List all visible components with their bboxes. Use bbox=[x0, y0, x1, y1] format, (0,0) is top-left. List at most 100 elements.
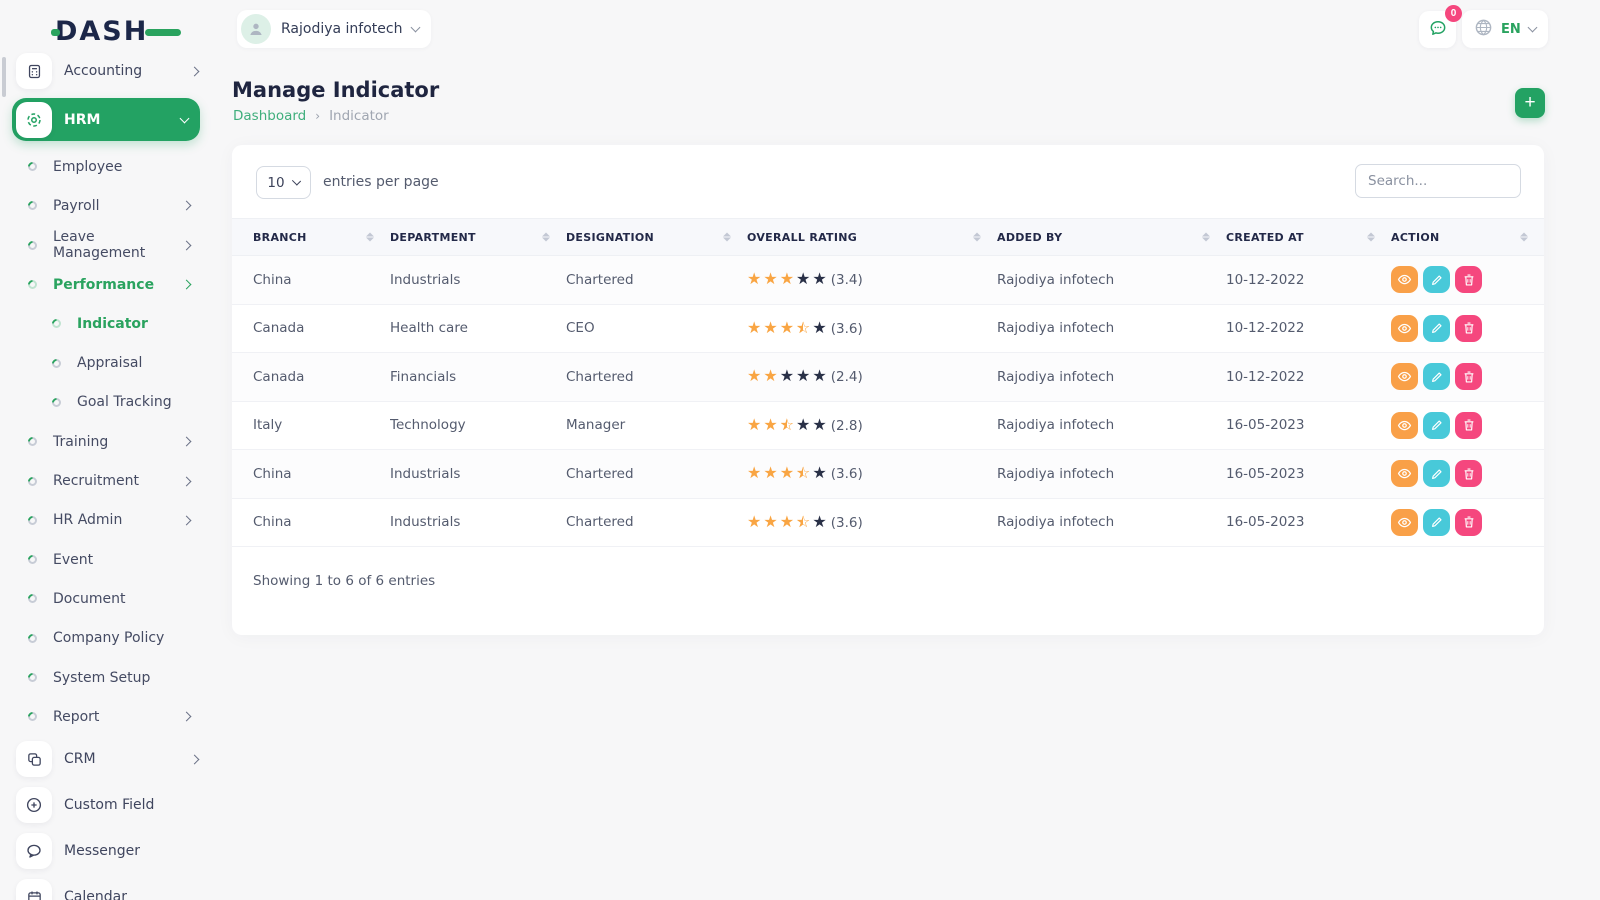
cell-added-by: Rajodiya infotech bbox=[997, 369, 1226, 385]
view-button[interactable] bbox=[1391, 509, 1418, 536]
star-rating: ★★★★★ bbox=[747, 271, 827, 287]
star-full-icon: ★ bbox=[763, 465, 777, 481]
plus-circle-icon bbox=[16, 787, 52, 823]
sidebar-item-goal-tracking[interactable]: Goal Tracking bbox=[0, 383, 212, 422]
chevron-down-icon bbox=[180, 113, 190, 123]
sort-icon[interactable] bbox=[723, 233, 731, 242]
sidebar-module-accounting[interactable]: Accounting bbox=[0, 48, 212, 94]
app-logo[interactable]: DASH bbox=[55, 16, 165, 48]
add-indicator-button[interactable]: + bbox=[1515, 88, 1545, 118]
sort-icon[interactable] bbox=[1202, 233, 1210, 242]
sidebar: DASH Accounting HRM EmployeePayroll Leave M… bbox=[0, 0, 212, 900]
star-empty-icon: ★ bbox=[796, 368, 810, 384]
view-button[interactable] bbox=[1391, 266, 1418, 293]
cell-action bbox=[1391, 266, 1544, 293]
pencil-icon bbox=[1430, 273, 1444, 287]
edit-button[interactable] bbox=[1423, 460, 1450, 487]
trash-icon bbox=[1462, 515, 1476, 529]
view-button[interactable] bbox=[1391, 315, 1418, 342]
breadcrumb-dashboard-link[interactable]: Dashboard bbox=[233, 108, 306, 124]
view-button[interactable] bbox=[1391, 460, 1418, 487]
trash-icon bbox=[1462, 467, 1476, 481]
cell-overall-rating: ★★★★☆★(3.6) bbox=[747, 320, 997, 337]
column-header-overall-rating[interactable]: OVERALL RATING bbox=[747, 231, 997, 244]
delete-button[interactable] bbox=[1455, 266, 1482, 293]
delete-button[interactable] bbox=[1455, 509, 1482, 536]
entries-per-page-select[interactable]: 10 bbox=[256, 166, 311, 199]
star-full-icon: ★ bbox=[763, 417, 777, 433]
column-header-action[interactable]: ACTION bbox=[1391, 231, 1544, 244]
sidebar-item-company-policy[interactable]: Company Policy bbox=[0, 619, 212, 658]
cell-overall-rating: ★★★★★(3.4) bbox=[747, 271, 997, 288]
edit-button[interactable] bbox=[1423, 266, 1450, 293]
sidebar-item-label: Leave Management bbox=[53, 229, 183, 261]
cell-designation: Chartered bbox=[566, 466, 747, 482]
sort-icon[interactable] bbox=[1520, 233, 1528, 242]
search-input[interactable] bbox=[1355, 164, 1521, 198]
column-header-created-at[interactable]: CREATED AT bbox=[1226, 231, 1391, 244]
sort-icon[interactable] bbox=[542, 233, 550, 242]
column-header-branch[interactable]: BRANCH bbox=[253, 231, 390, 244]
cell-department: Industrials bbox=[390, 272, 566, 288]
edit-button[interactable] bbox=[1423, 315, 1450, 342]
sidebar-item-appraisal[interactable]: Appraisal bbox=[0, 343, 212, 382]
chevron-down-icon bbox=[411, 23, 421, 33]
rating-value: (3.6) bbox=[831, 466, 863, 482]
sidebar-item-system-setup[interactable]: System Setup bbox=[0, 658, 212, 697]
sort-icon[interactable] bbox=[1367, 233, 1375, 242]
table-body: ChinaIndustrialsChartered★★★★★(3.4)Rajod… bbox=[232, 256, 1544, 547]
sidebar-item-indicator[interactable]: Indicator bbox=[0, 304, 212, 343]
star-rating: ★★★★☆★ bbox=[747, 514, 827, 530]
sidebar-module-label: HRM bbox=[64, 112, 181, 128]
view-button[interactable] bbox=[1391, 363, 1418, 390]
edit-button[interactable] bbox=[1423, 363, 1450, 390]
star-empty-icon: ★ bbox=[812, 320, 826, 336]
delete-button[interactable] bbox=[1455, 412, 1482, 439]
sidebar-module-messenger[interactable]: Messenger bbox=[0, 828, 212, 874]
sidebar-item-hr-admin[interactable]: HR Admin bbox=[0, 501, 212, 540]
sidebar-item-event[interactable]: Event bbox=[0, 540, 212, 579]
sidebar-item-label: Company Policy bbox=[53, 630, 190, 646]
language-selector[interactable]: EN bbox=[1462, 10, 1548, 48]
delete-button[interactable] bbox=[1455, 460, 1482, 487]
row-actions bbox=[1391, 266, 1534, 293]
entries-per-page-label: entries per page bbox=[323, 174, 439, 190]
column-header-added-by[interactable]: ADDED BY bbox=[997, 231, 1226, 244]
sidebar-module-calendar[interactable]: Calendar bbox=[0, 874, 212, 900]
sidebar-item-training[interactable]: Training bbox=[0, 422, 212, 461]
company-selector[interactable]: Rajodiya infotech bbox=[237, 10, 431, 48]
column-header-label: OVERALL RATING bbox=[747, 231, 857, 244]
sidebar-module-crm[interactable]: CRM bbox=[0, 736, 212, 782]
sidebar-item-report[interactable]: Report bbox=[0, 697, 212, 736]
column-header-designation[interactable]: DESIGNATION bbox=[566, 231, 747, 244]
sidebar-item-leave-management[interactable]: Leave Management bbox=[0, 226, 212, 265]
edit-button[interactable] bbox=[1423, 412, 1450, 439]
sort-icon[interactable] bbox=[366, 233, 374, 242]
edit-button[interactable] bbox=[1423, 509, 1450, 536]
delete-button[interactable] bbox=[1455, 363, 1482, 390]
sidebar-item-payroll[interactable]: Payroll bbox=[0, 186, 212, 225]
column-header-department[interactable]: DEPARTMENT bbox=[390, 231, 566, 244]
sidebar-item-label: Training bbox=[53, 434, 183, 450]
star-empty-icon: ★ bbox=[780, 368, 794, 384]
messages-button[interactable]: 0 bbox=[1419, 11, 1456, 48]
column-header-label: CREATED AT bbox=[1226, 231, 1304, 244]
breadcrumb-current: Indicator bbox=[329, 108, 389, 124]
cell-designation: Manager bbox=[566, 417, 747, 433]
sidebar-module-custom-field[interactable]: Custom Field bbox=[0, 782, 212, 828]
star-full-icon: ★ bbox=[747, 271, 761, 287]
view-button[interactable] bbox=[1391, 412, 1418, 439]
sidebar-module-label: Messenger bbox=[64, 843, 198, 859]
bullet-icon bbox=[50, 317, 63, 330]
cell-designation: Chartered bbox=[566, 514, 747, 530]
delete-button[interactable] bbox=[1455, 315, 1482, 342]
sidebar-item-document[interactable]: Document bbox=[0, 579, 212, 618]
chevron-down-icon bbox=[291, 176, 300, 185]
sidebar-module-hrm[interactable]: HRM bbox=[12, 98, 200, 141]
sidebar-item-employee[interactable]: Employee bbox=[0, 147, 212, 186]
sidebar-item-recruitment[interactable]: Recruitment bbox=[0, 461, 212, 500]
sidebar-item-performance[interactable]: Performance bbox=[0, 265, 212, 304]
cell-added-by: Rajodiya infotech bbox=[997, 466, 1226, 482]
sort-icon[interactable] bbox=[973, 233, 981, 242]
cell-created-at: 16-05-2023 bbox=[1226, 514, 1391, 530]
